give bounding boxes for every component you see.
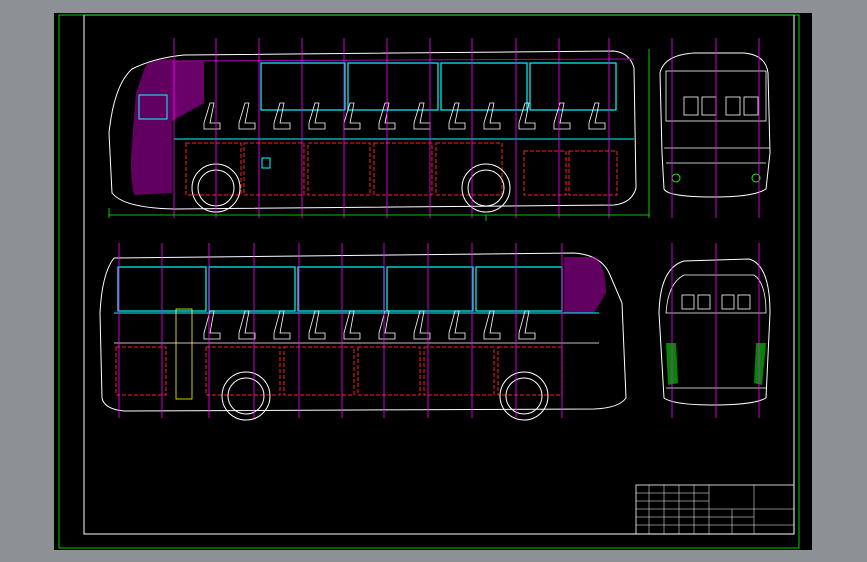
upper-deck-line: [171, 58, 635, 62]
rear-front-hatch: [564, 257, 606, 313]
title-block-grid: [636, 485, 794, 534]
lower-window-row: [117, 266, 563, 312]
rear-seat-row: [683, 96, 759, 116]
front-view[interactable]: [658, 243, 771, 418]
wheel-icon: [461, 163, 511, 213]
wheel-icon: [221, 371, 271, 421]
lower-bay-structure-2: [115, 346, 563, 396]
rear-bumper: [664, 147, 770, 164]
rear-view-centerlines: [671, 38, 760, 218]
side-view-lower-centerlines: [118, 243, 563, 418]
lower-bay-structure: [185, 142, 618, 196]
front-view-centerlines: [671, 243, 760, 418]
upper-seat-row: [203, 102, 606, 130]
side-view-upper[interactable]: [108, 38, 650, 221]
cad-drawing-viewport[interactable]: [54, 13, 812, 550]
bus-drawing-sheet: [58, 14, 800, 549]
service-door: [175, 308, 193, 400]
side-view-lower-body: [99, 252, 627, 412]
front-hatch-area: [130, 59, 172, 195]
fuel-door: [261, 157, 271, 169]
wheel-icon: [499, 371, 549, 421]
stair-hatch-area: [172, 61, 204, 121]
side-view-lower[interactable]: [99, 243, 627, 421]
rear-view[interactable]: [659, 38, 771, 218]
title-block[interactable]: [635, 484, 795, 535]
title-block-frame: [635, 484, 795, 535]
